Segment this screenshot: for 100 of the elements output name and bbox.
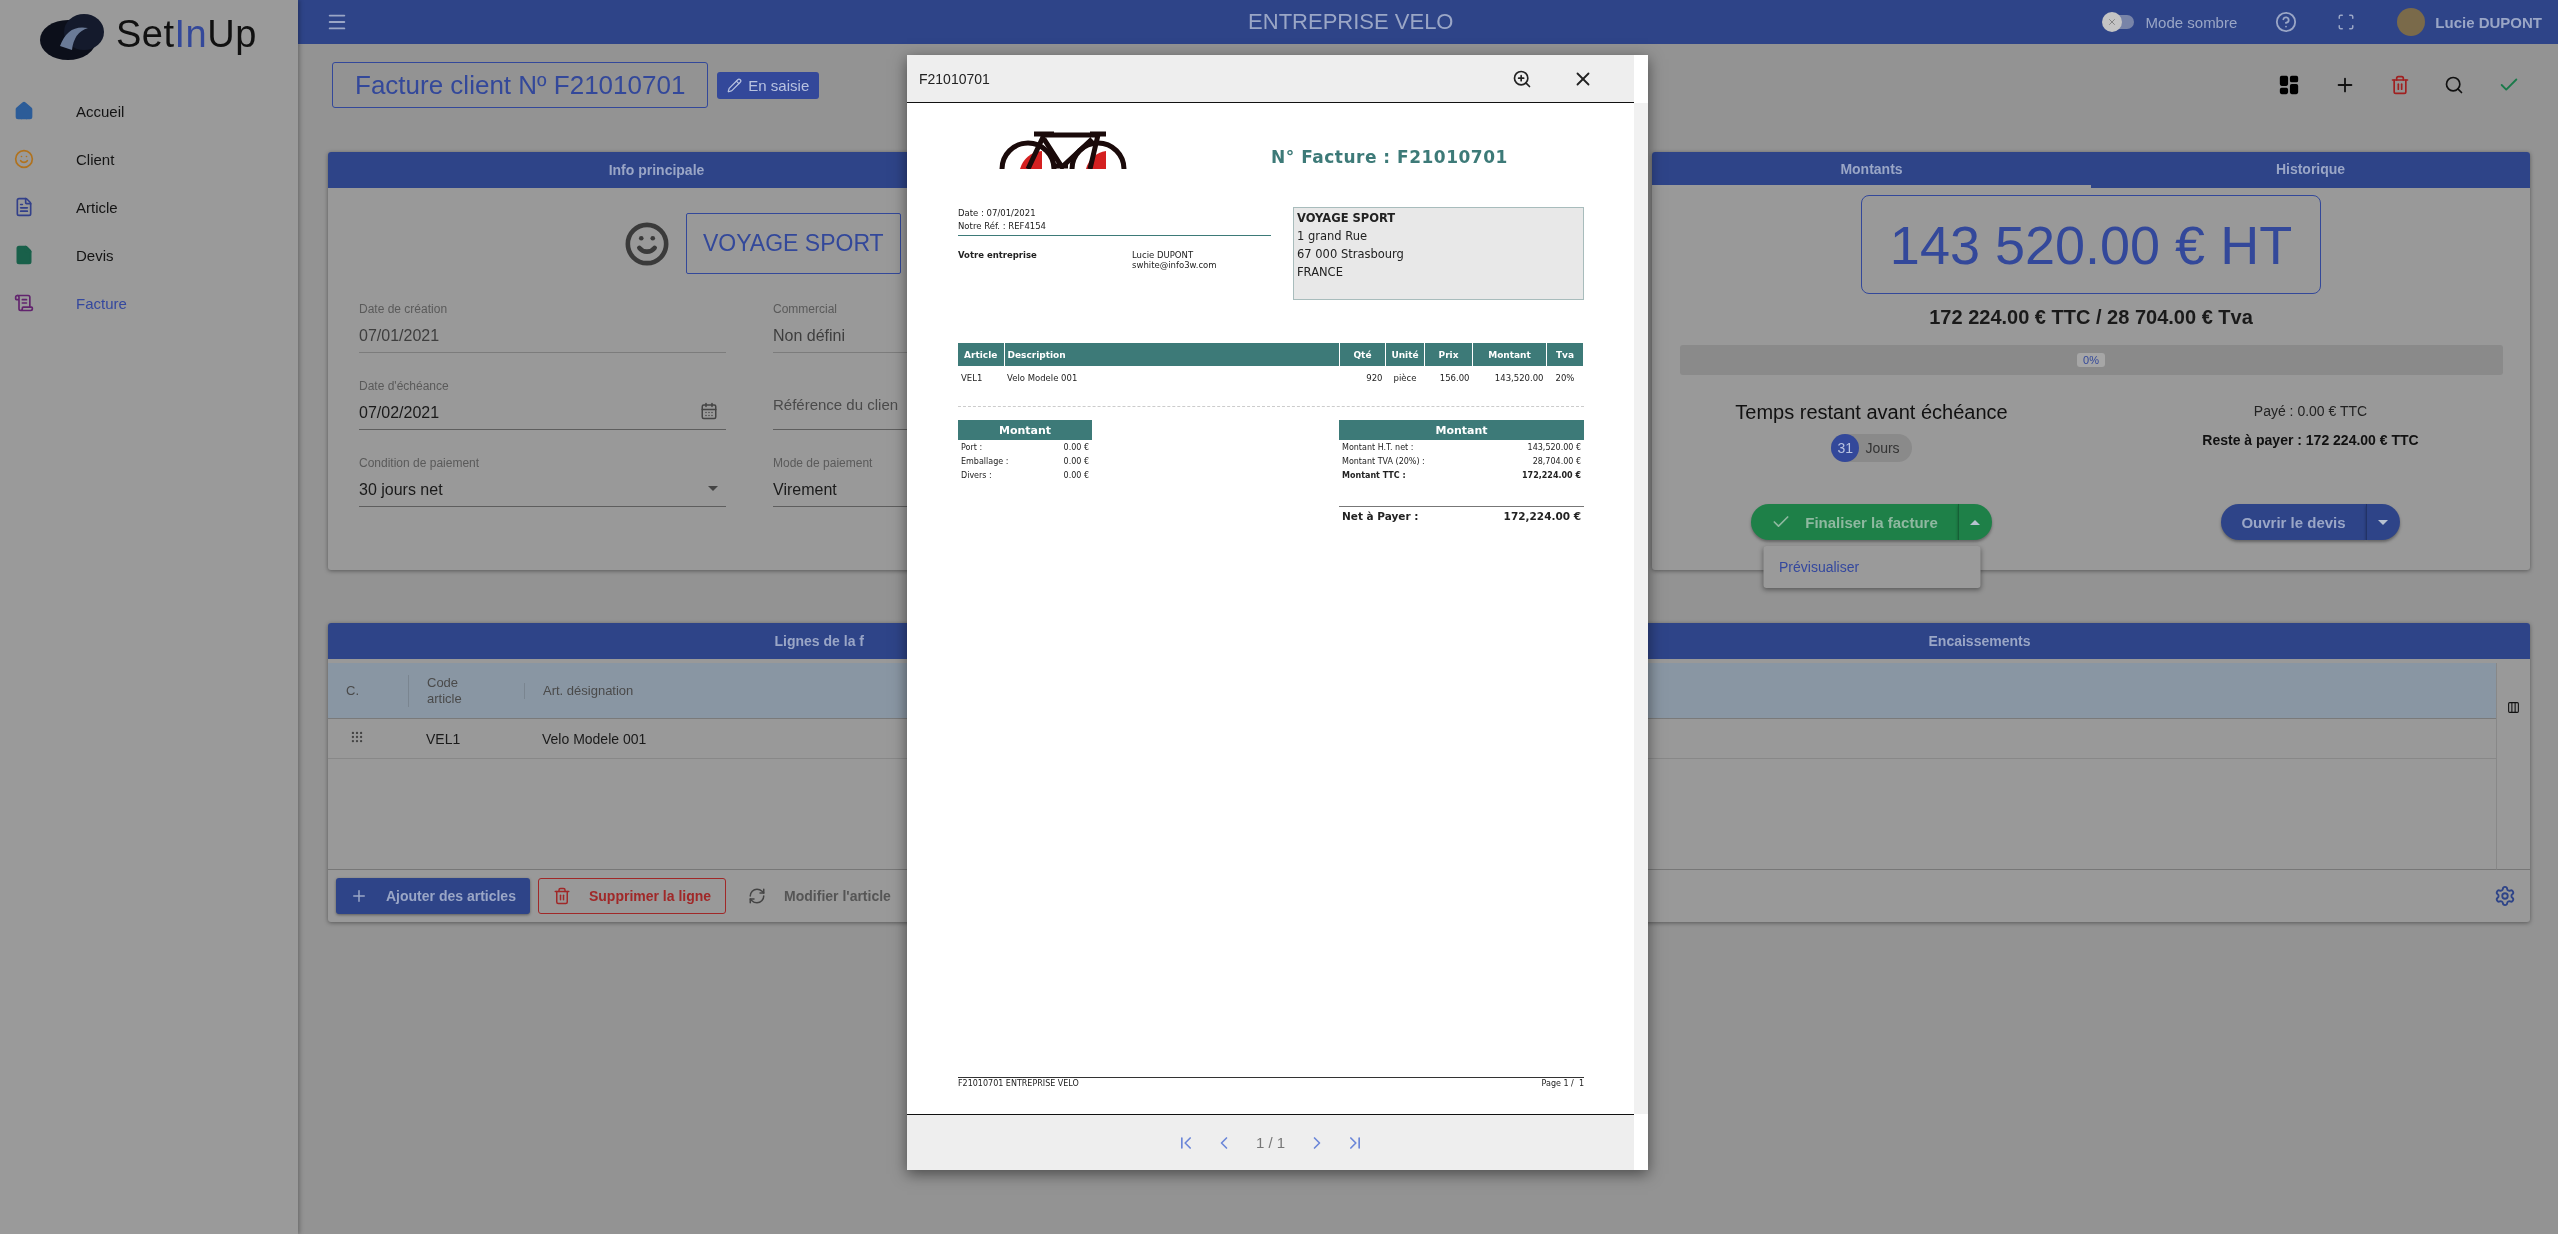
summary-label: Divers : (961, 470, 992, 482)
scrollbar[interactable] (1634, 103, 1648, 1114)
column-header: Qté (1339, 343, 1386, 366)
toolbar-button[interactable]: Ajouter des articles (336, 878, 530, 914)
page-indicator: 1 / 1 (1254, 1134, 1287, 1151)
sidebar-item[interactable]: Devis (0, 231, 298, 279)
column-header: Prix (1424, 343, 1473, 366)
dropdown-toggle[interactable] (2365, 504, 2400, 540)
calendar-icon[interactable] (700, 402, 718, 420)
days-chip: 31 Jours (1831, 434, 1912, 462)
summary-label: Emballage : (961, 456, 1009, 468)
trash-icon (552, 887, 571, 905)
summary-value: 28,704.00 € (1532, 456, 1581, 468)
toolbar-button[interactable]: Modifier l'article (734, 878, 905, 914)
settings-icon[interactable] (2494, 885, 2516, 907)
action-button[interactable]: Finaliser la facture (1751, 504, 1958, 540)
paid-text: Payé : 0.00 € TTC (2253, 403, 2368, 419)
help-icon[interactable] (2275, 11, 2298, 33)
recipient-address: VOYAGE SPORT 1 grand Rue 67 000 Strasbourg FRANCE (1293, 207, 1584, 300)
total-amount: 143 520.00 € HT (1861, 195, 2321, 294)
progress-label: 0% (2077, 353, 2105, 367)
summary-label: Montant H.T. net : (1342, 442, 1414, 454)
table-cell-text: VEL1 (425, 730, 462, 747)
table-cell: 156.00 (1424, 366, 1473, 390)
dashboard-icon[interactable] (2278, 74, 2300, 96)
summary-label: Port : (961, 442, 983, 454)
panel-title: Info principale (607, 161, 706, 180)
summary-heading: Montant (1339, 420, 1584, 440)
sidebar-item[interactable]: Facture (0, 279, 298, 327)
zoom-in-icon (1512, 68, 1532, 89)
menu-item[interactable]: Prévisualiser (1763, 554, 1980, 580)
dark-mode-label: Mode sombre (2145, 13, 2238, 31)
column-header: Montant (1472, 343, 1547, 366)
date-field[interactable]: Date d'échéance 07/02/2021 (359, 365, 726, 430)
panel-title: Lignes de la f (773, 632, 865, 651)
summary-heading: Montant (958, 420, 1092, 440)
summary-value: 143,520.00 € (1527, 442, 1581, 454)
totals-text: 172 224.00 € TTC / 28 704.00 € Tva (1929, 306, 2253, 329)
document-text: Notre Réf. : REF4154 (958, 220, 1048, 233)
remaining-text: Reste à payer : 172 224.00 € TTC (2202, 432, 2419, 448)
summary-label: Montant TTC : (1342, 470, 1406, 482)
summary-value: 0.00 € (1063, 456, 1089, 468)
zoom-in-button[interactable] (1512, 68, 1532, 89)
home-icon (14, 101, 34, 121)
summary-value: 172,224.00 € (1522, 470, 1581, 482)
document-footer-text: F21010701 ENTREPRISE VELO (958, 1079, 1079, 1088)
dropdown-toggle[interactable] (1957, 504, 1992, 540)
column-header: Unité (1385, 343, 1425, 366)
columns-icon[interactable] (2507, 701, 2520, 714)
pencil-icon (727, 77, 743, 93)
contact-text: swhite@info3w.com (1132, 260, 1218, 270)
net-label: Net à Payer : (1342, 510, 1419, 522)
table-cell: VEL1 (958, 366, 1004, 390)
delete-icon[interactable] (2390, 75, 2410, 95)
contact-text: Lucie DUPONT (1132, 250, 1195, 260)
company-title: ENTREPRISE VELO (1247, 9, 1455, 35)
caret-icon[interactable] (708, 486, 718, 491)
fullscreen-icon[interactable] (2337, 13, 2356, 31)
summary-label: Montant TVA (20%) : (1342, 456, 1425, 468)
invoice-number: N° Facture : F21010701 (1271, 147, 1508, 167)
invoice-title: Facture client Nº F21010701 (332, 62, 709, 108)
column-header: Article (958, 343, 1004, 366)
status-badge: En saisie (717, 71, 820, 99)
list-document-icon (14, 293, 34, 313)
column-header[interactable]: Code article (408, 674, 488, 707)
sidebar-item[interactable]: Article (0, 183, 298, 231)
summary-value: 0.00 € (1063, 470, 1089, 482)
column-header: Description (1004, 343, 1340, 366)
dark-mode-toggle[interactable] (2103, 15, 2134, 29)
drag-handle-icon[interactable] (350, 730, 364, 744)
search-icon[interactable] (2444, 75, 2464, 95)
column-header[interactable]: C. (328, 682, 408, 699)
select-field[interactable]: Condition de paiement 30 jours net (359, 442, 726, 507)
toolbar-button[interactable]: Supprimer la ligne (537, 878, 727, 914)
page-number: Page 1 / 1 (1541, 1079, 1584, 1088)
dialog-title: F21010701 (919, 70, 991, 87)
document-icon (14, 197, 34, 217)
panel-tab[interactable]: Historique (2091, 152, 2530, 188)
action-button[interactable]: Ouvrir le devis (2221, 504, 2366, 540)
file-icon (14, 245, 34, 265)
cross-icon (2106, 17, 2117, 27)
table-cell: 143,520.00 (1472, 366, 1547, 390)
panel-tab[interactable]: Montants (1652, 152, 2091, 188)
logo-wordmark: SetInUp (116, 12, 257, 56)
sidebar-item[interactable]: Accueil (0, 87, 298, 135)
column-header: Tva (1546, 343, 1584, 366)
sidebar-item[interactable]: Client (0, 135, 298, 183)
text-field: Date de création 07/01/2021 (359, 288, 726, 353)
net-value: 172,224.00 € (1503, 510, 1581, 522)
sender-label: Votre entreprise (958, 250, 1038, 262)
table-cell-text: Velo Modele 001 (541, 730, 648, 747)
refresh-icon (748, 887, 767, 905)
deadline-title: Temps restant avant échéance (1735, 401, 2008, 424)
panel-title: Encaissements (1927, 632, 2032, 651)
client-name-button[interactable]: VOYAGE SPORT (686, 213, 901, 274)
document-text: Date : 07/01/2021 (958, 207, 1037, 220)
user-name[interactable]: Lucie DUPONT (2435, 13, 2542, 31)
summary-value: 0.00 € (1063, 442, 1089, 454)
table-cell: 20% (1546, 366, 1584, 390)
add-icon (350, 887, 368, 905)
